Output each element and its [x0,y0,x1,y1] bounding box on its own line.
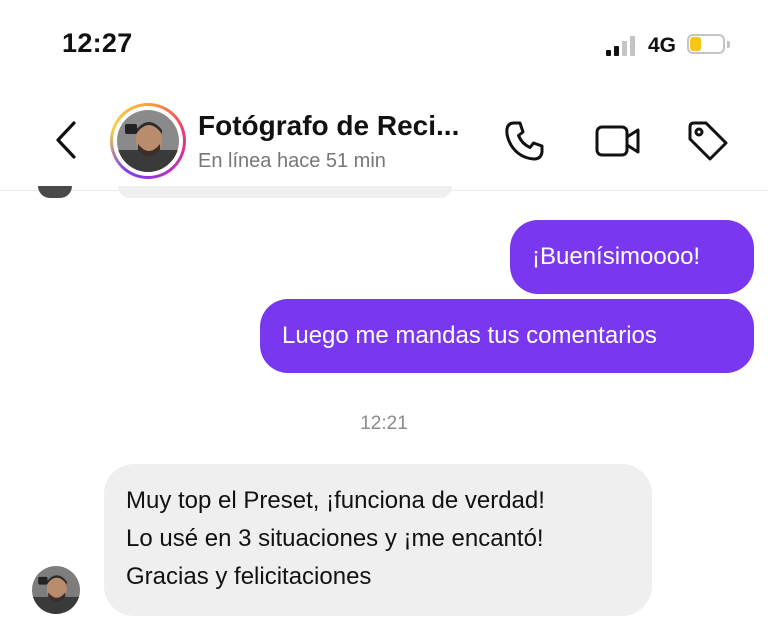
message-text: ¡Buenísimoooo! [532,243,701,270]
previous-message-edge [118,186,452,198]
message-line: Muy top el Preset, ¡funciona de verdad! [126,487,545,514]
back-button[interactable] [50,118,82,162]
chevron-left-icon [56,121,76,159]
message-line: Gracias y felicitaciones [126,563,372,590]
call-button[interactable] [500,117,548,165]
sender-avatar[interactable] [32,566,80,614]
tag-icon [688,121,728,161]
outgoing-message[interactable]: ¡Buenísimoooo! [510,220,754,294]
video-call-button[interactable] [594,117,642,165]
phone-icon [505,121,544,161]
contact-status: En línea hace 51 min [198,150,386,172]
contact-avatar[interactable] [110,103,186,179]
battery-icon [687,34,731,56]
avatar-photo [117,110,179,172]
tag-button[interactable] [684,117,732,165]
message-line: Lo usé en 3 situaciones y ¡me encantó! [126,525,544,552]
outgoing-message[interactable]: Luego me mandas tus comentarios [260,299,754,373]
cellular-signal-icon [606,36,636,56]
message-timestamp: 12:21 [360,413,408,434]
previous-avatar-edge [38,186,72,198]
video-camera-icon [595,125,640,157]
network-type: 4G [648,34,677,57]
status-time: 12:27 [62,28,133,58]
message-text: Luego me mandas tus comentarios [282,322,657,349]
incoming-message[interactable]: Muy top el Preset, ¡funciona de verdad! … [104,464,652,616]
battery-level [690,37,702,51]
contact-name[interactable]: Fotógrafo de Reci... [198,110,459,142]
